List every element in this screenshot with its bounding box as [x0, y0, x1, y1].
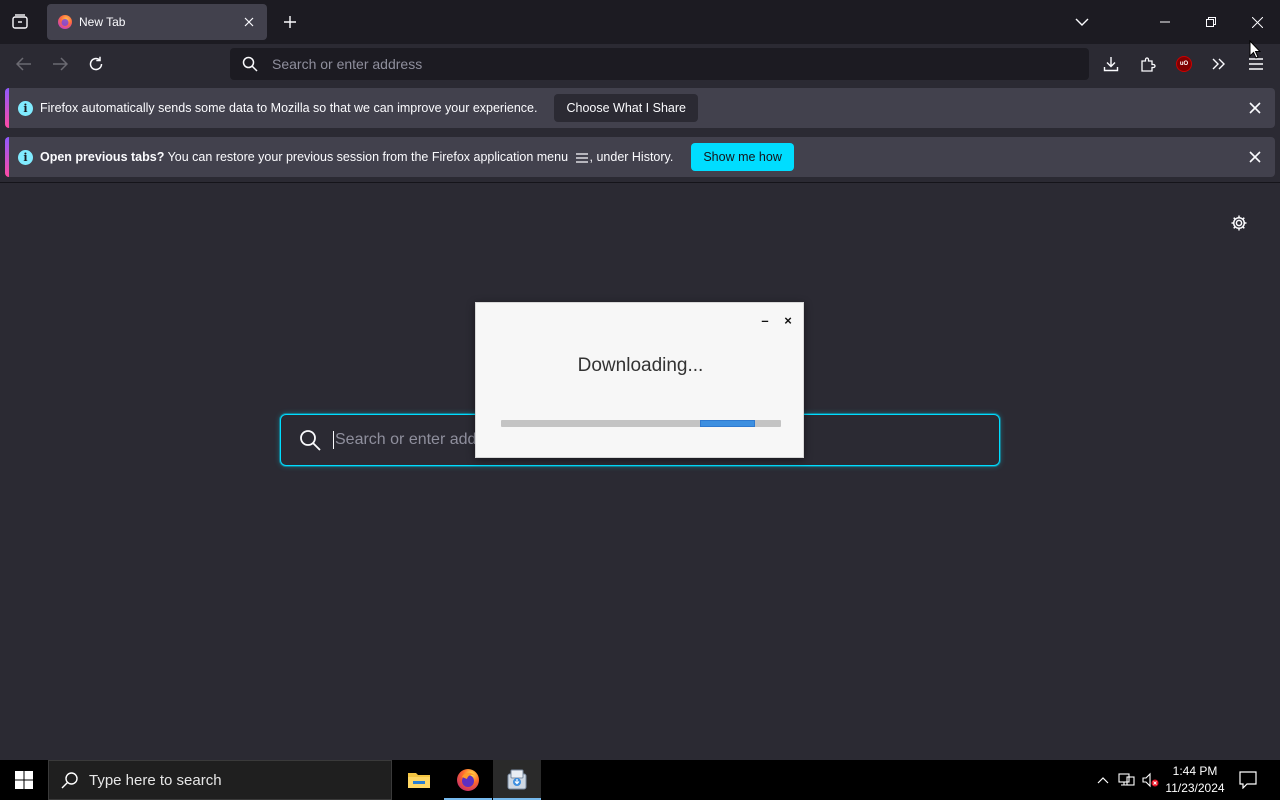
download-dialog: – × Downloading...	[475, 302, 804, 458]
tab-strip: New Tab	[0, 0, 1280, 44]
list-all-tabs-chevron-down-icon[interactable]	[1067, 6, 1097, 38]
windows-taskbar: Type here to search 1:44 PM 11/23/2024	[0, 760, 1280, 800]
address-bar[interactable]	[230, 48, 1089, 80]
window-minimize-icon[interactable]	[1142, 0, 1188, 44]
show-me-how-button[interactable]: Show me how	[691, 143, 794, 171]
installer-app-icon[interactable]	[493, 760, 541, 800]
taskbar-search-placeholder: Type here to search	[89, 771, 222, 789]
tab-new-tab[interactable]: New Tab	[47, 4, 267, 40]
dialog-minimize-button[interactable]: –	[758, 313, 772, 327]
firefox-taskbar-icon[interactable]	[444, 760, 492, 800]
notification-text-part2: , under History.	[589, 150, 674, 164]
ublock-origin-icon[interactable]: uO	[1168, 48, 1200, 80]
search-icon	[299, 429, 321, 451]
restore-session-notification-bar: i Open previous tabs? You can restore yo…	[5, 137, 1275, 177]
volume-muted-icon[interactable]	[1141, 770, 1161, 790]
hamburger-icon	[575, 153, 588, 163]
network-icon[interactable]	[1117, 770, 1137, 790]
dialog-close-button[interactable]: ×	[781, 313, 795, 327]
extensions-puzzle-icon[interactable]	[1132, 48, 1164, 80]
download-dialog-title: Downloading...	[577, 355, 704, 376]
search-icon	[61, 771, 79, 789]
overflow-double-chevron-icon[interactable]	[1203, 48, 1235, 80]
notification-message: Open previous tabs? You can restore your…	[40, 150, 673, 164]
window-restore-icon[interactable]	[1188, 0, 1234, 44]
action-center-icon[interactable]	[1236, 768, 1260, 792]
choose-what-i-share-button[interactable]: Choose What I Share	[554, 94, 698, 122]
tab-title: New Tab	[79, 15, 126, 29]
notification-message: Firefox automatically sends some data to…	[40, 101, 538, 115]
windows-start-icon[interactable]	[0, 760, 48, 800]
forward-arrow-icon[interactable]	[44, 48, 76, 80]
tray-chevron-up-icon[interactable]	[1093, 770, 1113, 790]
clock-time: 1:44 PM	[1172, 764, 1218, 778]
mouse-cursor-icon	[1249, 40, 1261, 60]
reload-icon[interactable]	[80, 48, 112, 80]
download-icon[interactable]	[1095, 48, 1127, 80]
info-icon: i	[18, 149, 33, 165]
notification-text-part1: You can restore your previous session fr…	[164, 150, 572, 164]
notification-close-icon[interactable]	[1245, 147, 1265, 167]
notification-bold-text: Open previous tabs?	[40, 150, 165, 164]
info-icon: i	[18, 100, 33, 116]
clock-date: 11/23/2024	[1165, 781, 1225, 795]
search-icon	[242, 56, 258, 72]
file-explorer-icon[interactable]	[395, 760, 443, 800]
telemetry-notification-bar: i Firefox automatically sends some data …	[5, 88, 1275, 128]
taskbar-search-box[interactable]: Type here to search	[48, 760, 392, 800]
system-clock[interactable]: 1:44 PM 11/23/2024	[1162, 763, 1228, 797]
firefox-logo-icon	[57, 14, 73, 30]
content-separator	[0, 182, 1280, 183]
download-progress-bar	[501, 420, 781, 427]
newtab-settings-gear-icon[interactable]	[1228, 212, 1250, 234]
window-close-icon[interactable]	[1234, 0, 1280, 44]
back-arrow-icon[interactable]	[8, 48, 40, 80]
notification-close-icon[interactable]	[1245, 98, 1265, 118]
download-progress-indicator	[700, 420, 755, 427]
tab-close-icon[interactable]	[241, 14, 257, 30]
address-input[interactable]	[272, 56, 1052, 72]
new-tab-plus-icon[interactable]	[275, 6, 305, 38]
firefox-view-icon[interactable]	[5, 6, 35, 38]
navigation-toolbar: uO	[0, 44, 1280, 84]
